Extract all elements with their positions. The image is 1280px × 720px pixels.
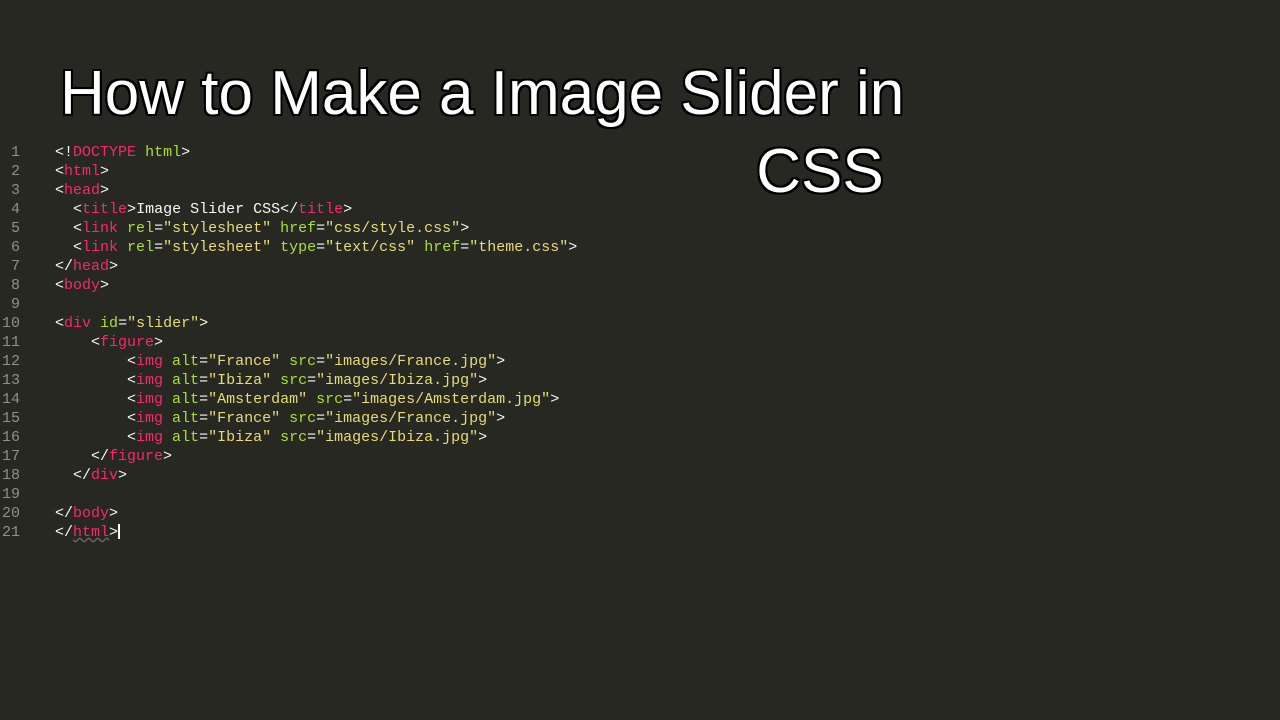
code-line[interactable]: </head> xyxy=(28,257,1280,276)
line-number: 4 xyxy=(0,200,20,219)
line-number: 2 xyxy=(0,162,20,181)
line-number: 14 xyxy=(0,390,20,409)
line-number: 17 xyxy=(0,447,20,466)
line-number: 6 xyxy=(0,238,20,257)
line-number: 21 xyxy=(0,523,20,542)
line-number: 9 xyxy=(0,295,20,314)
code-line[interactable]: <figure> xyxy=(28,333,1280,352)
code-line[interactable]: <img alt="Ibiza" src="images/Ibiza.jpg"> xyxy=(28,428,1280,447)
line-number: 11 xyxy=(0,333,20,352)
line-number: 3 xyxy=(0,181,20,200)
line-number: 20 xyxy=(0,504,20,523)
code-line[interactable]: <img alt="Ibiza" src="images/Ibiza.jpg"> xyxy=(28,371,1280,390)
line-number-gutter: 123456789101112131415161718192021 xyxy=(0,143,28,542)
code-editor[interactable]: 123456789101112131415161718192021 <!DOCT… xyxy=(0,0,1280,542)
code-line[interactable]: <title>Image Slider CSS</title> xyxy=(28,200,1280,219)
code-area[interactable]: <!DOCTYPE html> <html> <head> <title>Ima… xyxy=(28,143,1280,542)
code-line[interactable]: <img alt="France" src="images/France.jpg… xyxy=(28,409,1280,428)
code-line[interactable]: <link rel="stylesheet" href="css/style.c… xyxy=(28,219,1280,238)
line-number: 16 xyxy=(0,428,20,447)
line-number: 18 xyxy=(0,466,20,485)
line-number: 1 xyxy=(0,143,20,162)
line-number: 13 xyxy=(0,371,20,390)
code-line[interactable]: <img alt="Amsterdam" src="images/Amsterd… xyxy=(28,390,1280,409)
code-line[interactable]: <html> xyxy=(28,162,1280,181)
text-cursor xyxy=(118,524,120,539)
code-line[interactable] xyxy=(28,485,1280,504)
code-line[interactable]: <!DOCTYPE html> xyxy=(28,143,1280,162)
line-number: 10 xyxy=(0,314,20,333)
code-line[interactable]: </div> xyxy=(28,466,1280,485)
code-line[interactable]: <body> xyxy=(28,276,1280,295)
line-number: 7 xyxy=(0,257,20,276)
line-number: 12 xyxy=(0,352,20,371)
code-line[interactable] xyxy=(28,295,1280,314)
line-number: 15 xyxy=(0,409,20,428)
code-line[interactable]: </figure> xyxy=(28,447,1280,466)
line-number: 5 xyxy=(0,219,20,238)
line-number: 19 xyxy=(0,485,20,504)
code-line[interactable]: <link rel="stylesheet" type="text/css" h… xyxy=(28,238,1280,257)
code-line[interactable]: </html> xyxy=(28,523,1280,542)
code-line[interactable]: <div id="slider"> xyxy=(28,314,1280,333)
code-line[interactable]: <head> xyxy=(28,181,1280,200)
line-number: 8 xyxy=(0,276,20,295)
code-line[interactable]: </body> xyxy=(28,504,1280,523)
code-line[interactable]: <img alt="France" src="images/France.jpg… xyxy=(28,352,1280,371)
